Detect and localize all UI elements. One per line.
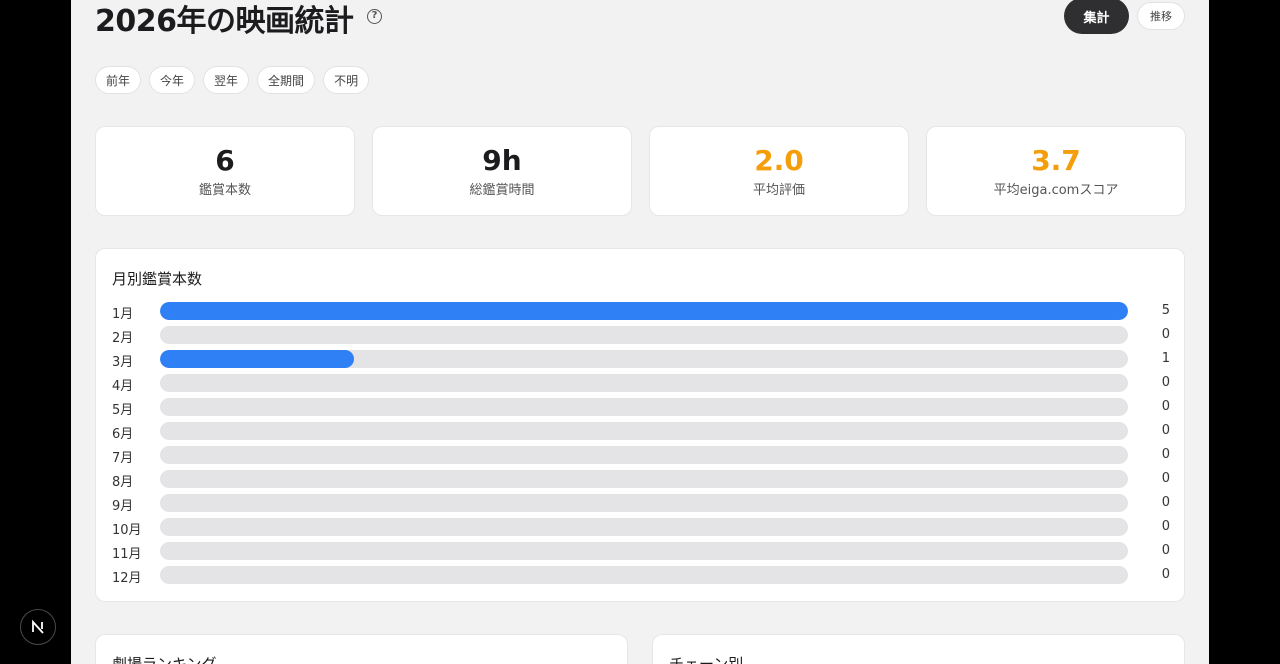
bar-row: 9月 0 [112, 493, 1170, 514]
stat-card-total-time: 9h 総鑑賞時間 [372, 126, 632, 216]
bar-month-label: 7月 [112, 451, 134, 466]
stat-value: 9h [482, 144, 522, 177]
bar-track [160, 494, 1128, 512]
bar-month-label: 4月 [112, 379, 134, 394]
bar-row: 10月 0 [112, 517, 1170, 538]
stat-label: 鑑賞本数 [198, 183, 251, 198]
filter-prev-year[interactable]: 前年 [95, 66, 142, 94]
bar-value: 0 [1161, 327, 1170, 342]
bar-row: 5月 0 [112, 397, 1170, 418]
stat-card-count: 6 鑑賞本数 [95, 126, 355, 216]
filter-next-year[interactable]: 翌年 [203, 66, 250, 94]
bar-track [160, 542, 1128, 560]
bar-value: 0 [1161, 495, 1170, 510]
filter-this-year[interactable]: 今年 [149, 66, 196, 94]
stats-summary: 6 鑑賞本数 9h 総鑑賞時間 2.0 平均評価 3.7 平均eiga.comス… [95, 126, 1186, 216]
bar-value: 0 [1161, 567, 1170, 582]
bar-row: 3月 1 [112, 349, 1170, 370]
filter-all-time[interactable]: 全期間 [257, 66, 316, 94]
trend-view-button[interactable]: 推移 [1137, 2, 1185, 30]
stat-value: 6 [215, 144, 235, 177]
monthly-chart-card: 月別鑑賞本数 1月 5 2月 0 3月 1 4月 0 5月 0 6月 0 7月 0 8月 0 9月 0 10月 0 11… [95, 248, 1185, 602]
nextjs-logo-glyph [32, 619, 44, 634]
bar-fill [160, 302, 1128, 320]
bar-value: 0 [1161, 543, 1170, 558]
chain-card: チェーン別 [652, 634, 1185, 664]
bar-month-label: 5月 [112, 403, 134, 418]
bar-fill [160, 350, 354, 368]
stat-card-avg-rating: 2.0 平均評価 [649, 126, 909, 216]
stat-value: 3.7 [1031, 144, 1081, 177]
stats-page: 2026年の映画統計 ? 集計 推移 前年 今年 翌年 全期間 不明 6 鑑賞本… [71, 0, 1209, 664]
bar-track [160, 470, 1128, 488]
theater-ranking-card: 劇場ランキング [95, 634, 628, 664]
bar-track [160, 326, 1128, 344]
stat-label: 総鑑賞時間 [469, 183, 535, 198]
bar-month-label: 1月 [112, 307, 134, 322]
bar-track [160, 446, 1128, 464]
stat-label: 平均eiga.comスコア [993, 183, 1119, 198]
bar-month-label: 11月 [112, 547, 142, 562]
bar-value: 5 [1161, 303, 1170, 318]
bar-value: 0 [1161, 423, 1170, 438]
stat-label: 平均評価 [752, 183, 805, 198]
theater-ranking-title: 劇場ランキング [112, 655, 217, 664]
bar-row: 12月 0 [112, 565, 1170, 586]
bar-value: 1 [1161, 351, 1170, 366]
bar-track [160, 398, 1128, 416]
nextjs-logo-icon[interactable] [20, 609, 56, 645]
stat-value: 2.0 [754, 144, 804, 177]
bar-row: 8月 0 [112, 469, 1170, 490]
year-filter-group: 前年 今年 翌年 全期間 不明 [95, 66, 370, 94]
bar-month-label: 3月 [112, 355, 134, 370]
bar-month-label: 12月 [112, 571, 142, 586]
stat-card-avg-eiga-score: 3.7 平均eiga.comスコア [926, 126, 1186, 216]
bar-row: 6月 0 [112, 421, 1170, 442]
question-circle-icon[interactable]: ? [367, 9, 382, 24]
page-title: 2026年の映画統計 [95, 4, 354, 39]
bar-row: 1月 5 [112, 301, 1170, 322]
bar-track [160, 374, 1128, 392]
filter-unknown[interactable]: 不明 [323, 66, 370, 94]
chart-title: 月別鑑賞本数 [112, 270, 203, 288]
bar-row: 4月 0 [112, 373, 1170, 394]
bar-track [160, 566, 1128, 584]
bar-month-label: 2月 [112, 331, 134, 346]
bar-track [160, 350, 1128, 368]
bar-row: 7月 0 [112, 445, 1170, 466]
bar-row: 2月 0 [112, 325, 1170, 346]
bar-value: 0 [1161, 471, 1170, 486]
bar-value: 0 [1161, 399, 1170, 414]
bar-value: 0 [1161, 519, 1170, 534]
chain-title: チェーン別 [669, 655, 744, 664]
bar-value: 0 [1161, 447, 1170, 462]
bar-value: 0 [1161, 375, 1170, 390]
bar-track [160, 422, 1128, 440]
summary-view-button[interactable]: 集計 [1064, 0, 1129, 34]
bar-track [160, 518, 1128, 536]
bar-month-label: 6月 [112, 427, 134, 442]
bar-month-label: 9月 [112, 499, 134, 514]
bar-row: 11月 0 [112, 541, 1170, 562]
bar-month-label: 10月 [112, 523, 142, 538]
bar-track [160, 302, 1128, 320]
bar-month-label: 8月 [112, 475, 134, 490]
